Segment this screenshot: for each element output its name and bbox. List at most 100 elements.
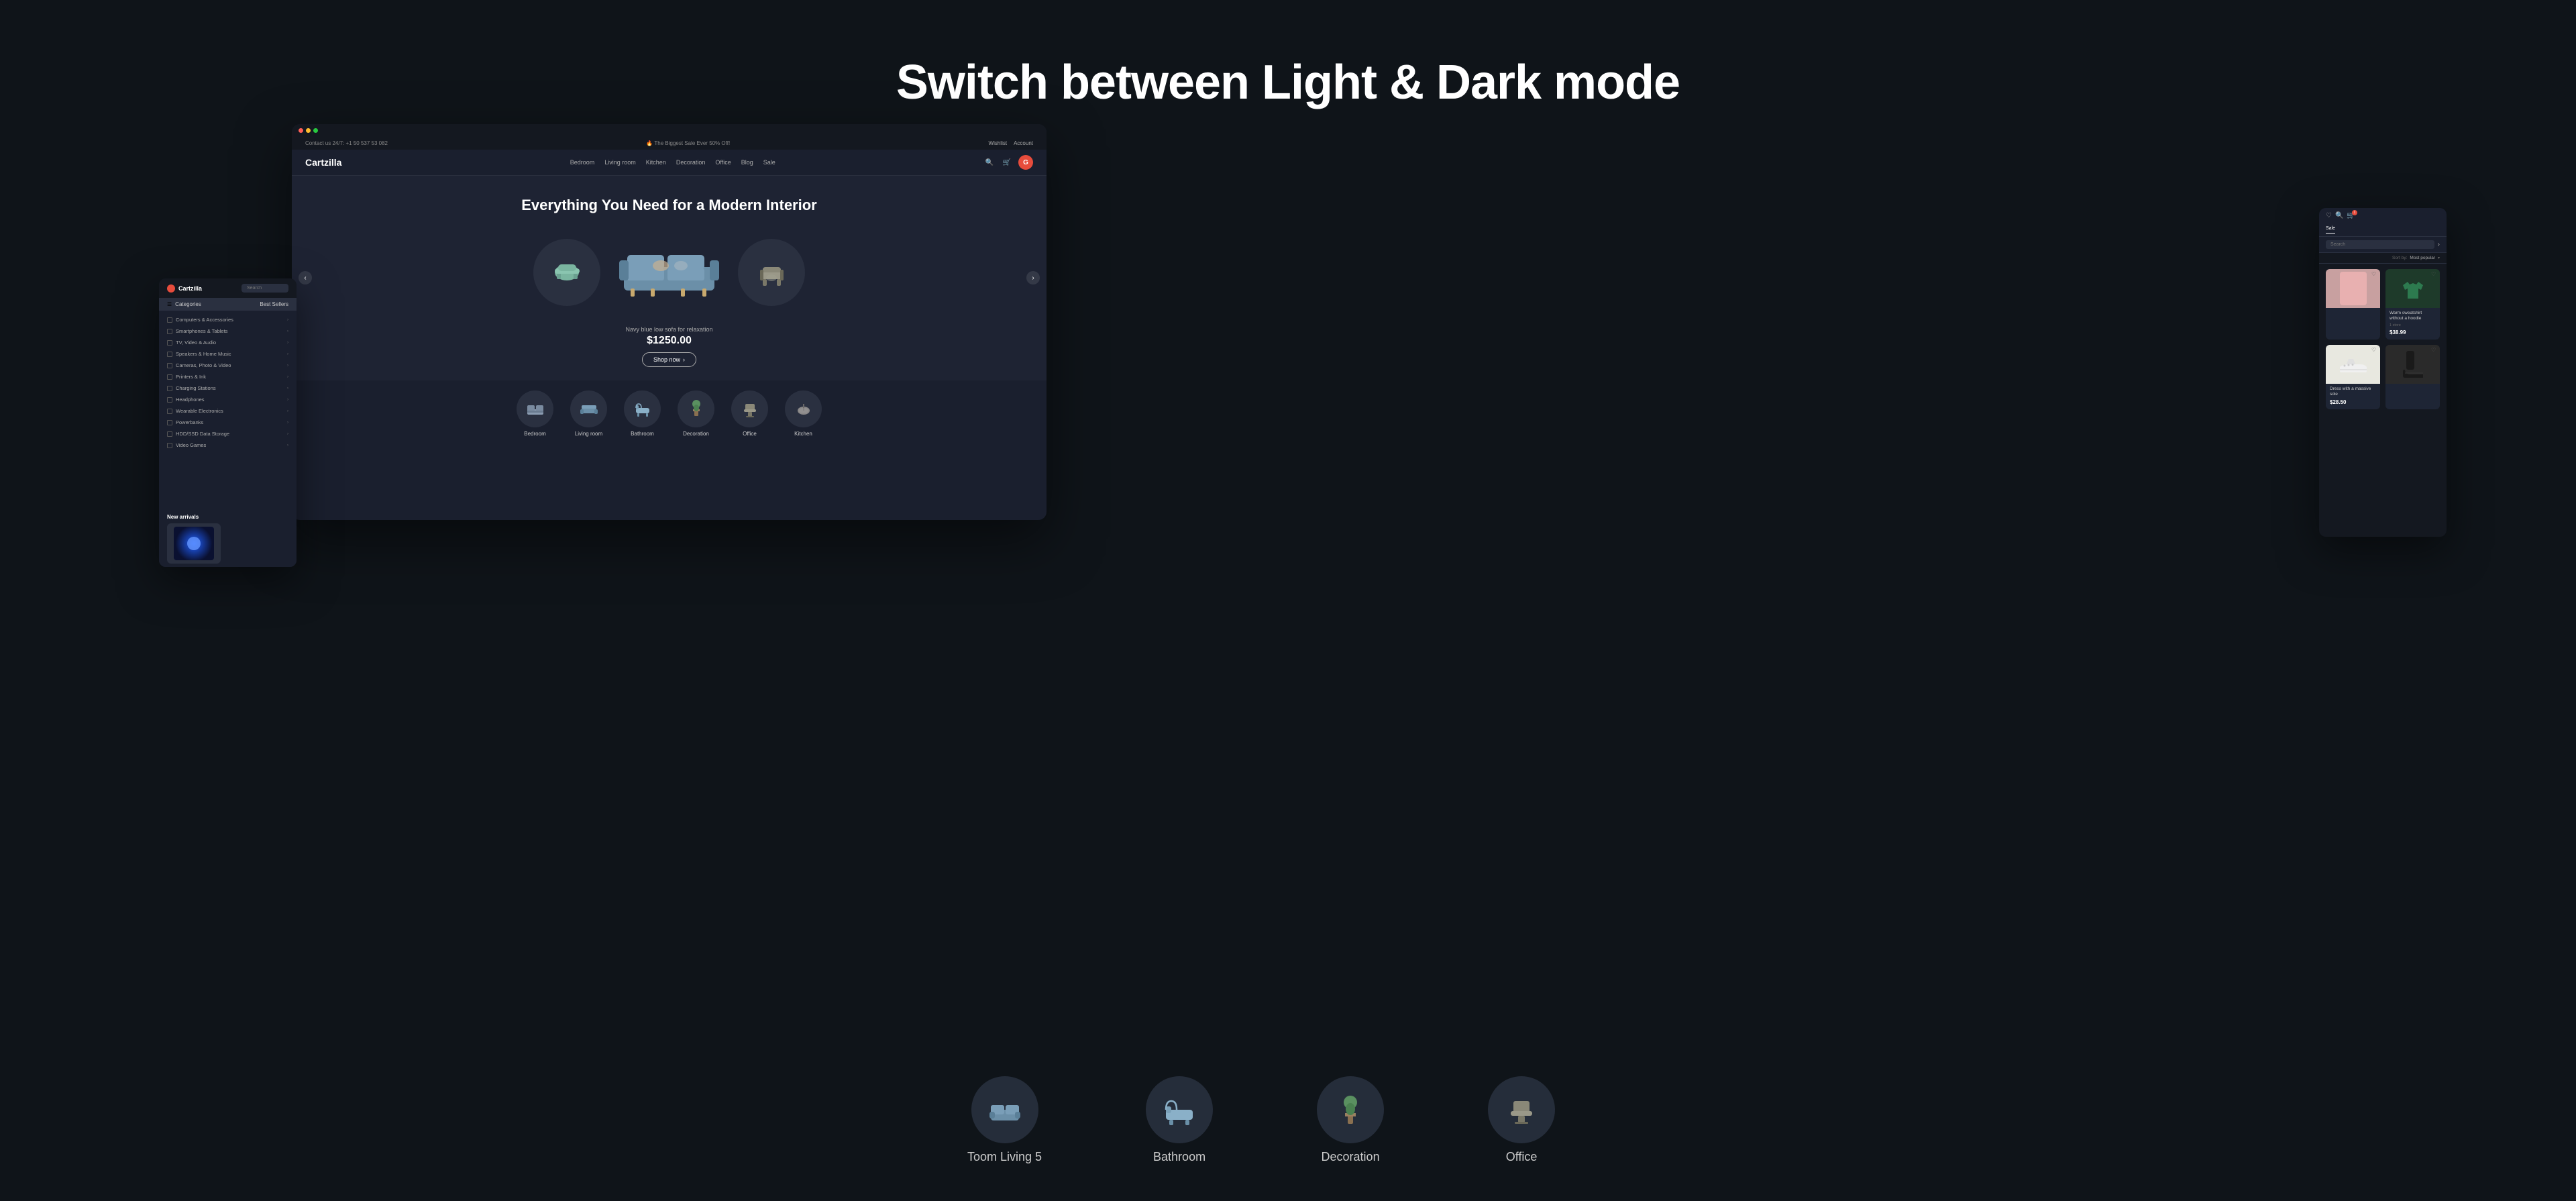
account-link[interactable]: Account bbox=[1014, 140, 1033, 146]
cart-icon[interactable]: 🛒 1 bbox=[2347, 212, 2355, 219]
bottom-cat-office[interactable]: Office bbox=[1488, 1076, 1555, 1164]
cat-office[interactable]: Office bbox=[731, 390, 768, 437]
search-submit-icon[interactable]: › bbox=[2438, 241, 2440, 248]
arrow-icon: › bbox=[683, 356, 685, 363]
window-controls bbox=[292, 124, 1046, 137]
nav-decoration[interactable]: Decoration bbox=[676, 159, 706, 166]
list-item[interactable]: Speakers & Home Music › bbox=[159, 348, 297, 360]
nav-bedroom[interactable]: Bedroom bbox=[570, 159, 595, 166]
office-label: Office bbox=[743, 431, 757, 437]
product-circle-right bbox=[738, 239, 805, 306]
toom-label: Toom Living 5 bbox=[967, 1150, 1042, 1164]
chevron-down-icon: ▾ bbox=[2438, 256, 2440, 260]
product-price: $38.99 bbox=[2390, 329, 2436, 335]
promo-text: 🔥 The Biggest Sale Ever 50% Off! bbox=[646, 140, 730, 146]
center-mockup: Contact us 24/7: +1 50 537 53 082 🔥 The … bbox=[292, 124, 1046, 520]
bottom-cat-bathroom[interactable]: Bathroom bbox=[1146, 1076, 1213, 1164]
heart-icon[interactable]: ♡ bbox=[2326, 212, 2332, 219]
bedroom-icon bbox=[517, 390, 553, 427]
cart-icon[interactable]: 🛒 bbox=[1001, 156, 1013, 168]
product-card[interactable]: ♡ bbox=[2326, 269, 2380, 340]
minimize-dot bbox=[306, 128, 311, 133]
product-card[interactable]: ♡ Dress with a massive sole $28.50 bbox=[2326, 345, 2380, 409]
product-price: $1250.00 bbox=[305, 335, 1033, 347]
search-icon[interactable]: 🔍 bbox=[983, 156, 996, 168]
nav-living-room[interactable]: Living room bbox=[604, 159, 636, 166]
list-item[interactable]: Computers & Accessories › bbox=[159, 314, 297, 325]
office-icon bbox=[731, 390, 768, 427]
sort-label: Sort by: bbox=[2392, 256, 2407, 260]
product-price: $28.50 bbox=[2330, 399, 2376, 405]
left-header: Cartzilla bbox=[159, 278, 297, 298]
logo-dot bbox=[167, 284, 175, 293]
cat-kitchen[interactable]: Kitchen bbox=[785, 390, 822, 437]
boots-svg bbox=[2400, 348, 2426, 381]
search-icon[interactable]: 🔍 bbox=[2335, 212, 2343, 219]
arrival-product-glow bbox=[187, 537, 201, 550]
list-item[interactable]: Printers & Ink › bbox=[159, 371, 297, 382]
nav-kitchen[interactable]: Kitchen bbox=[646, 159, 666, 166]
new-arrivals-section: New arrivals bbox=[159, 511, 297, 567]
bottom-cat-toom[interactable]: Toom Living 5 bbox=[967, 1076, 1042, 1164]
cart-badge: 1 bbox=[2352, 210, 2357, 215]
bedroom-label: Bedroom bbox=[524, 431, 545, 437]
bathroom-label: Bathroom bbox=[1153, 1150, 1205, 1164]
product-image: ♡ bbox=[2326, 269, 2380, 308]
nav-office[interactable]: Office bbox=[715, 159, 731, 166]
bathroom-icon-circle bbox=[1146, 1076, 1213, 1143]
list-item[interactable]: Video Games › bbox=[159, 439, 297, 451]
bottom-cat-decoration[interactable]: Decoration bbox=[1317, 1076, 1384, 1164]
product-card[interactable]: ♡ bbox=[2385, 345, 2440, 409]
cat-decoration[interactable]: Decoration bbox=[678, 390, 714, 437]
wishlist-link[interactable]: Wishlist bbox=[989, 140, 1008, 146]
carousel-next[interactable]: › bbox=[1026, 271, 1040, 284]
cat-living-room[interactable]: Living room bbox=[570, 390, 607, 437]
wishlist-icon[interactable]: ♡ bbox=[2371, 347, 2378, 354]
bottom-category-labels: Toom Living 5 Bathroom Decoration Office bbox=[967, 1076, 1555, 1164]
search-bar: › bbox=[2319, 237, 2447, 253]
product-image: ♡ bbox=[2326, 345, 2380, 384]
bathroom-icon bbox=[624, 390, 661, 427]
user-avatar[interactable]: G bbox=[1018, 155, 1033, 170]
carousel-prev[interactable]: ‹ bbox=[299, 271, 312, 284]
nav-sale[interactable]: Sale bbox=[763, 159, 775, 166]
nav-blog[interactable]: Blog bbox=[741, 159, 753, 166]
kitchen-icon bbox=[785, 390, 822, 427]
decoration-icon bbox=[678, 390, 714, 427]
sofa-svg bbox=[614, 240, 724, 304]
wishlist-icon[interactable]: ♡ bbox=[2431, 271, 2438, 278]
list-item[interactable]: Charging Stations › bbox=[159, 382, 297, 394]
list-item[interactable]: TV, Video & Audio › bbox=[159, 337, 297, 348]
category-list: Computers & Accessories › Smartphones & … bbox=[159, 311, 297, 454]
decoration-icon-circle bbox=[1317, 1076, 1384, 1143]
cat-bedroom[interactable]: Bedroom bbox=[517, 390, 553, 437]
wishlist-icon[interactable]: ♡ bbox=[2431, 347, 2438, 354]
search-input[interactable] bbox=[2326, 240, 2434, 249]
left-search-input[interactable] bbox=[241, 284, 288, 293]
list-item[interactable]: Cameras, Photo & Video › bbox=[159, 360, 297, 371]
categories-header: ☰ Categories Best Sellers bbox=[159, 298, 297, 311]
kitchen-label: Kitchen bbox=[794, 431, 812, 437]
decoration-label: Decoration bbox=[1322, 1150, 1380, 1164]
cat-bathroom[interactable]: Bathroom bbox=[624, 390, 661, 437]
list-item[interactable]: Wearable Electronics › bbox=[159, 405, 297, 417]
arrival-card[interactable] bbox=[167, 523, 221, 564]
wishlist-icon[interactable]: ♡ bbox=[2371, 271, 2378, 278]
product-circle-left bbox=[533, 239, 600, 306]
product-image: ♡ bbox=[2385, 269, 2440, 308]
tab-sale[interactable]: Sale bbox=[2326, 226, 2335, 233]
nav-actions: 🔍 🛒 G bbox=[983, 155, 1033, 170]
site-logo[interactable]: Cartzilla bbox=[305, 157, 341, 168]
sort-value[interactable]: Most popular bbox=[2410, 256, 2435, 260]
product-thumbnail bbox=[2340, 272, 2367, 305]
product-info: Warm sweatshirt without a hoodie 1 store… bbox=[2385, 308, 2440, 340]
list-item[interactable]: HDD/SSD Data Storage › bbox=[159, 428, 297, 439]
product-card[interactable]: ♡ Warm sweatshirt without a hoodie 1 sto… bbox=[2385, 269, 2440, 340]
list-item[interactable]: Smartphones & Tablets › bbox=[159, 325, 297, 337]
center-topbar: Contact us 24/7: +1 50 537 53 082 🔥 The … bbox=[292, 137, 1046, 150]
list-item[interactable]: Headphones › bbox=[159, 394, 297, 405]
shop-now-button[interactable]: Shop now › bbox=[642, 352, 696, 367]
header-icons: ♡ 🔍 🛒 1 bbox=[2326, 212, 2355, 219]
list-item[interactable]: Powerbanks › bbox=[159, 417, 297, 428]
contact-info: Contact us 24/7: +1 50 537 53 082 bbox=[305, 140, 388, 146]
